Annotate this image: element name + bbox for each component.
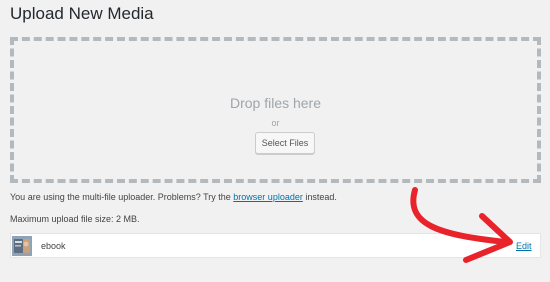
browser-uploader-link[interactable]: browser uploader — [233, 192, 303, 202]
max-upload-size-text: Maximum upload file size: 2 MB. — [10, 214, 140, 224]
page-title: Upload New Media — [10, 4, 154, 23]
select-files-button[interactable]: Select Files — [255, 132, 315, 154]
help-suffix: instead. — [302, 192, 337, 202]
or-text: or — [271, 118, 280, 128]
ebook-thumbnail-icon — [12, 236, 32, 256]
drop-zone[interactable]: Drop files here or Select Files — [10, 37, 541, 183]
media-filename: ebook — [41, 241, 66, 251]
drop-files-text: Drop files here — [229, 95, 322, 111]
upload-media-page: Upload New Media Drop files here or Sele… — [0, 0, 550, 282]
help-prefix: You are using the multi-file uploader. P… — [10, 192, 234, 202]
red-arrow-annotation-icon — [410, 187, 513, 263]
uploader-help-text: You are using the multi-file uploader. P… — [10, 192, 337, 202]
